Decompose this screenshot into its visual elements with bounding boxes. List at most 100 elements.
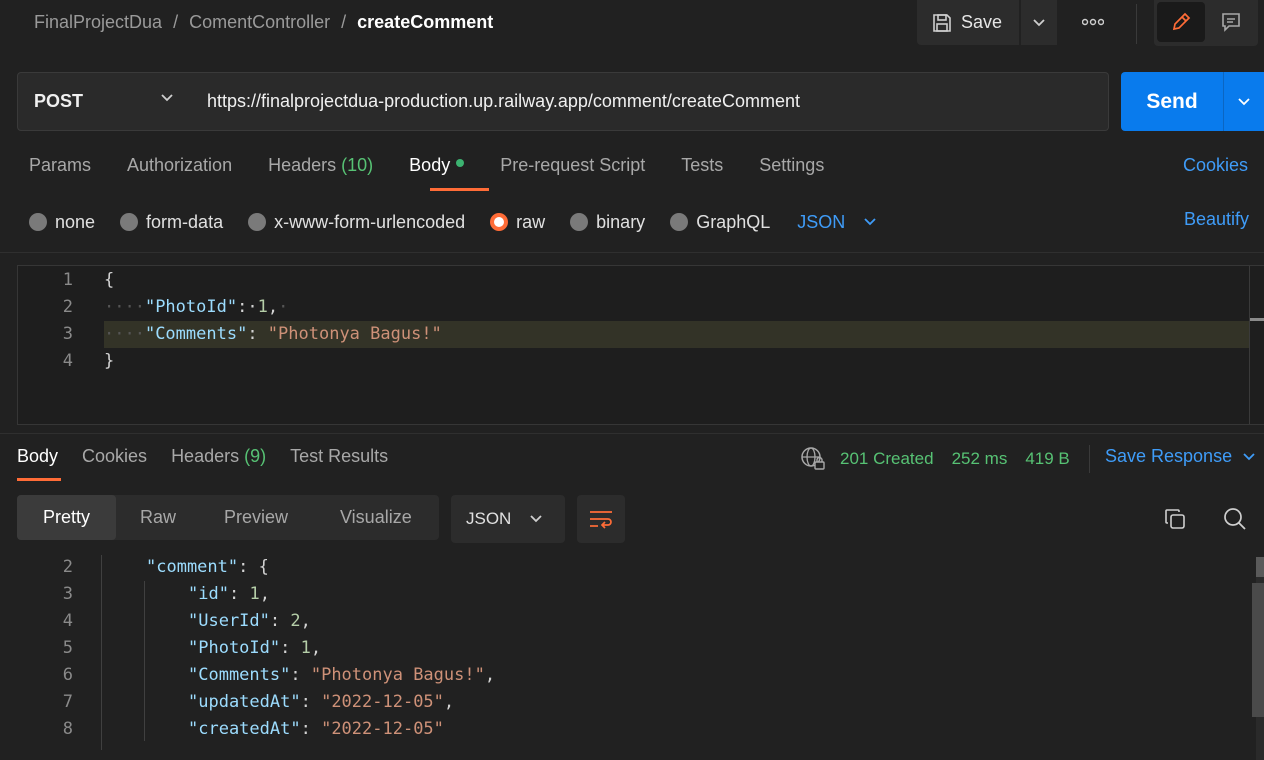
status-code[interactable]: 201 Created [840, 449, 934, 469]
globe-lock-icon[interactable] [800, 446, 826, 472]
more-icon [1082, 18, 1104, 26]
tab-response-body[interactable]: Body [17, 446, 58, 472]
tab-headers-label: Headers [268, 155, 337, 175]
radio-circle [248, 213, 267, 231]
scrollbar-thumb[interactable] [1252, 583, 1264, 717]
radio-circle-selected [490, 213, 509, 231]
search-icon[interactable] [1222, 506, 1248, 537]
radio-label: raw [516, 211, 546, 232]
save-label: Save [961, 12, 1003, 32]
body-type-selector: none form-data x-www-form-urlencoded raw… [29, 209, 877, 235]
code-line: ····"PhotoId":·1,· [104, 294, 288, 321]
chevron-down-icon [1238, 97, 1250, 105]
json-key: "comment" [146, 557, 239, 577]
edit-mode-button[interactable] [1157, 2, 1205, 42]
radio-binary[interactable]: binary [570, 212, 645, 233]
response-format-select[interactable]: JSON [451, 495, 565, 543]
radio-graphql[interactable]: GraphQL [670, 212, 770, 233]
json-comma: , [267, 297, 279, 317]
url-input[interactable]: https://finalprojectdua-production.up.ra… [190, 72, 1109, 131]
tab-response-headers[interactable]: Headers (9) [171, 446, 266, 472]
json-colon: : [269, 611, 291, 631]
view-preview-button[interactable]: Preview [224, 495, 288, 540]
line-number: 2 [62, 297, 73, 317]
tab-test-results[interactable]: Test Results [290, 446, 388, 472]
radio-none[interactable]: none [29, 212, 95, 233]
code-line: "PhotoId": 1, [188, 635, 321, 662]
view-visualize-button[interactable]: Visualize [340, 495, 412, 540]
radio-x-www-form-urlencoded[interactable]: x-www-form-urlencoded [248, 212, 465, 233]
line-number: 1 [62, 270, 73, 290]
response-time[interactable]: 252 ms [952, 449, 1008, 469]
chevron-down-icon [864, 218, 876, 226]
send-options-button[interactable] [1223, 72, 1264, 131]
radio-raw[interactable]: raw [490, 212, 545, 233]
tab-headers-count: (10) [341, 155, 374, 175]
line-number: 7 [62, 692, 73, 712]
line-number: 4 [62, 351, 73, 371]
copy-icon[interactable] [1163, 507, 1187, 536]
radio-label: GraphQL [696, 211, 771, 232]
tab-tests[interactable]: Tests [681, 155, 723, 181]
breadcrumb-collection[interactable]: FinalProjectDua [34, 12, 162, 33]
tab-body[interactable]: Body [409, 155, 465, 181]
method-select[interactable]: POST [17, 72, 191, 131]
body-format-select[interactable]: JSON [797, 212, 877, 233]
radio-form-data[interactable]: form-data [120, 212, 223, 233]
code-line: "UserId": 2, [188, 608, 311, 635]
json-key: "Comments" [188, 665, 291, 685]
json-comma: , [259, 584, 270, 604]
json-value: 1 [300, 638, 311, 658]
wrap-lines-button[interactable] [577, 495, 625, 543]
json-comma: , [300, 611, 311, 631]
json-brace: } [104, 351, 115, 371]
breadcrumb-request[interactable]: createComment [357, 12, 493, 33]
more-actions-button[interactable] [1075, 8, 1111, 36]
beautify-link[interactable]: Beautify [1184, 209, 1249, 230]
whitespace: · [278, 297, 289, 317]
tab-headers[interactable]: Headers (10) [268, 155, 373, 181]
save-response-button[interactable]: Save Response [1105, 446, 1256, 467]
tab-authorization[interactable]: Authorization [127, 155, 232, 181]
json-key: "PhotoId" [188, 638, 281, 658]
json-brace: { [104, 270, 115, 290]
tab-response-cookies[interactable]: Cookies [82, 446, 147, 472]
breadcrumb-folder[interactable]: ComentController [189, 12, 330, 33]
json-value: 1 [257, 297, 268, 317]
json-colon: : [300, 692, 322, 712]
chevron-down-icon [530, 515, 542, 523]
line-number: 4 [62, 611, 73, 631]
json-colon: : [228, 584, 250, 604]
line-number: 5 [62, 638, 73, 658]
code-line: ····"Comments": "Photonya Bagus!" [104, 321, 442, 348]
json-colon: : [247, 324, 268, 344]
save-button[interactable]: Save [917, 0, 1019, 45]
wrap-lines-icon [590, 511, 612, 529]
indent-guide: ···· [104, 297, 145, 317]
tab-pre-request-script[interactable]: Pre-request Script [500, 155, 645, 181]
code-line: "updatedAt": "2022-12-05", [188, 689, 454, 716]
comments-mode-button[interactable] [1208, 2, 1254, 42]
json-comma: , [484, 665, 496, 685]
json-colon: : [300, 719, 322, 739]
json-value: "Photonya Bagus!" [310, 665, 485, 685]
divider [0, 433, 1264, 434]
indent-guide: ···· [104, 324, 145, 344]
editor-scrollbar[interactable] [1249, 266, 1250, 424]
radio-circle [29, 213, 47, 231]
tab-params[interactable]: Params [29, 155, 91, 181]
indent-guide [101, 555, 102, 750]
save-options-button[interactable] [1021, 0, 1057, 45]
view-pretty-button[interactable]: Pretty [17, 495, 116, 540]
code-line: "comment": { [146, 554, 269, 581]
code-line: { [104, 267, 114, 294]
indent-guide [144, 581, 145, 741]
send-button[interactable]: Send [1121, 72, 1223, 131]
scrollbar-marker [1250, 318, 1264, 321]
response-size[interactable]: 419 B [1025, 449, 1069, 469]
line-number: 6 [62, 665, 73, 685]
view-raw-button[interactable]: Raw [140, 495, 176, 540]
tab-settings[interactable]: Settings [759, 155, 824, 181]
divider [1089, 445, 1090, 473]
cookies-link[interactable]: Cookies [1183, 155, 1248, 176]
